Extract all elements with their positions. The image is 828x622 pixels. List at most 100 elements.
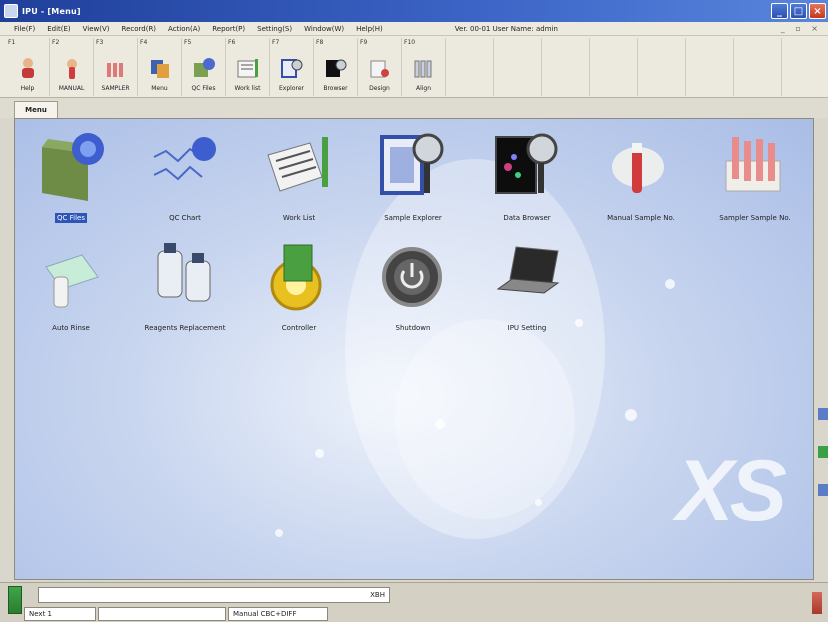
- launcher-controller[interactable]: Controller: [249, 237, 349, 337]
- power-icon: [382, 247, 442, 307]
- toolbar-slot-empty: [638, 38, 686, 96]
- controller-gear-icon: [270, 244, 322, 311]
- launcher-label: Auto Rinse: [52, 324, 90, 332]
- data-browser-icon: [495, 133, 558, 194]
- toolbar-label: Browser: [323, 85, 348, 92]
- menu-view[interactable]: View(V): [83, 25, 110, 33]
- tab-strip: Menu: [0, 98, 828, 118]
- maximize-icon[interactable]: □: [790, 3, 807, 19]
- side-window-edge: [818, 408, 828, 548]
- toolbar-slot-empty: [734, 38, 782, 96]
- window-title: IPU - [Menu]: [22, 6, 81, 16]
- minimize-icon[interactable]: _: [771, 3, 788, 19]
- qc-files-icon: [42, 133, 104, 201]
- sampler-icon: [106, 63, 123, 77]
- status-mode: Manual CBC+DIFF: [228, 607, 328, 621]
- fkey-label: F6: [228, 39, 236, 46]
- qc-files-icon: [193, 58, 215, 77]
- toolbar-button-menu[interactable]: F4 Menu: [138, 38, 182, 96]
- toolbar-slot-empty: [494, 38, 542, 96]
- fkey-label: F8: [316, 39, 324, 46]
- fkey-label: F1: [8, 39, 16, 46]
- status-cell-empty: [98, 607, 226, 621]
- menu-workspace: XS QC Files QC Chart Work List Sample Ex…: [14, 118, 814, 580]
- menu-setting[interactable]: Setting(S): [257, 25, 292, 33]
- background-swirl: [395, 319, 575, 519]
- toolbar-button-browser[interactable]: F8 Browser: [314, 38, 358, 96]
- browser-icon: [325, 59, 346, 77]
- toolbar-button-align[interactable]: F10 Align: [402, 38, 446, 96]
- work-list-icon: [237, 59, 258, 78]
- status-indicator-icon: [8, 586, 22, 614]
- launcher-sample-explorer[interactable]: Sample Explorer: [363, 127, 463, 227]
- tab-menu[interactable]: Menu: [14, 101, 58, 118]
- mdi-window-controls[interactable]: _ ▫ ×: [781, 24, 822, 33]
- launcher-shutdown[interactable]: Shutdown: [363, 237, 463, 337]
- fkey-label: F7: [272, 39, 280, 46]
- toolbar-label: QC Files: [191, 85, 216, 92]
- launcher-label: Reagents Replacement: [144, 324, 226, 332]
- menu-file[interactable]: File(F): [14, 25, 35, 33]
- background-bubble: [435, 419, 445, 429]
- menu-window[interactable]: Window(W): [304, 25, 344, 33]
- menu-action[interactable]: Action(A): [168, 25, 200, 33]
- toolbar-slot-empty: [542, 38, 590, 96]
- launcher-manual-sample-no[interactable]: Manual Sample No.: [591, 127, 691, 227]
- launcher-label: Controller: [281, 324, 317, 332]
- launcher-label: IPU Setting: [507, 324, 547, 332]
- status-next-sample: Next 1: [24, 607, 96, 621]
- fkey-label: F4: [140, 39, 148, 46]
- fkey-label: F10: [404, 39, 416, 46]
- toolbar-button-help[interactable]: F1 Help: [6, 38, 50, 96]
- background-bubble: [275, 529, 283, 537]
- toolbar: F1 Help F2 MANUAL F3 SAMPLER F4 Menu F5 …: [0, 36, 828, 98]
- status-cells: Next 1 Manual CBC+DIFF: [24, 607, 330, 621]
- launcher-label: Shutdown: [395, 324, 431, 332]
- help-icon: [21, 58, 34, 78]
- toolbar-button-design[interactable]: F9 Design: [358, 38, 402, 96]
- work-list-icon: [267, 137, 328, 192]
- toolbar-label: Explorer: [279, 85, 304, 92]
- side-window-tab[interactable]: [818, 484, 828, 496]
- close-icon[interactable]: ×: [809, 3, 826, 19]
- background-bubble: [315, 449, 324, 458]
- menu-bar: File(F) Edit(E) View(V) Record(R) Action…: [0, 22, 828, 36]
- launcher-data-browser[interactable]: Data Browser: [477, 127, 577, 227]
- background-bubble: [625, 409, 637, 421]
- menu-edit[interactable]: Edit(E): [47, 25, 70, 33]
- launcher-qc-chart[interactable]: QC Chart: [135, 127, 235, 227]
- toolbar-button-qc-files[interactable]: F5 QC Files: [182, 38, 226, 96]
- window-controls: _ □ ×: [771, 3, 826, 19]
- launcher-reagents-replacement[interactable]: Reagents Replacement: [135, 237, 235, 337]
- launcher-qc-files[interactable]: QC Files: [21, 127, 121, 227]
- fkey-label: F2: [52, 39, 60, 46]
- menu-help[interactable]: Help(H): [356, 25, 383, 33]
- launcher-label: Work List: [282, 214, 316, 222]
- manual-sample-icon: [612, 143, 664, 193]
- toolbar-button-sampler[interactable]: F3 SAMPLER: [94, 38, 138, 96]
- launcher-sampler-sample-no[interactable]: Sampler Sample No.: [705, 127, 805, 227]
- toolbar-label: Work list: [234, 85, 261, 92]
- background-bubble: [665, 279, 675, 289]
- toolbar-label: Design: [369, 85, 390, 92]
- toolbar-button-work-list[interactable]: F6 Work list: [226, 38, 270, 96]
- menu-report[interactable]: Report(P): [212, 25, 245, 33]
- app-icon: [4, 4, 18, 18]
- launcher-work-list[interactable]: Work List: [249, 127, 349, 227]
- corner-indicator: [812, 592, 822, 614]
- toolbar-button-manual[interactable]: F2 MANUAL: [50, 38, 94, 96]
- launcher-ipu-setting[interactable]: IPU Setting: [477, 237, 577, 337]
- status-command-field[interactable]: XBH: [38, 587, 390, 603]
- sample-explorer-icon: [380, 133, 444, 195]
- launcher-auto-rinse[interactable]: Auto Rinse: [21, 237, 121, 337]
- sampler-sample-icon: [725, 137, 781, 192]
- launcher-label: Manual Sample No.: [607, 214, 675, 222]
- toolbar-button-explorer[interactable]: F7 Explorer: [270, 38, 314, 96]
- toolbar-label: Menu: [151, 85, 168, 92]
- side-window-tab[interactable]: [818, 446, 828, 458]
- toolbar-label: Align: [415, 85, 432, 92]
- toolbar-label: SAMPLER: [101, 85, 130, 92]
- menu-record[interactable]: Record(R): [122, 25, 157, 33]
- side-window-tab[interactable]: [818, 408, 828, 420]
- fkey-label: F3: [96, 39, 104, 46]
